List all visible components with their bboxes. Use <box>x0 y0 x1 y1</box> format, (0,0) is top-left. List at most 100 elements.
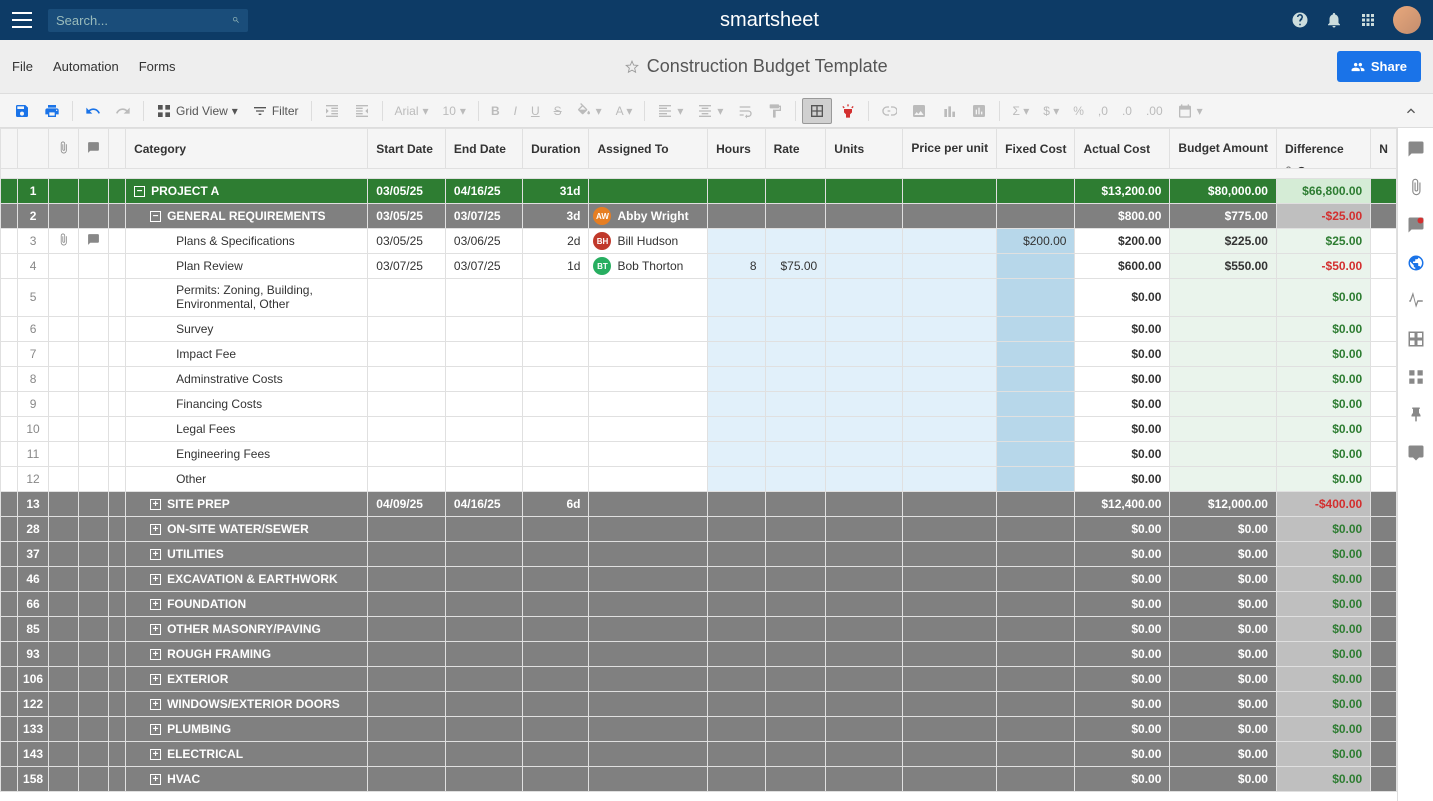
cell-duration[interactable]: 6d <box>523 491 589 516</box>
row-handle[interactable] <box>1 391 18 416</box>
cell-hours[interactable] <box>708 279 765 317</box>
cell-category[interactable]: Financing Costs <box>126 391 368 416</box>
cell-rate[interactable]: $75.00 <box>765 254 826 279</box>
cell-duration[interactable] <box>523 691 589 716</box>
cell-budget[interactable]: $0.00 <box>1170 566 1277 591</box>
row-handle[interactable] <box>1 341 18 366</box>
rail-activity-icon[interactable] <box>1407 292 1425 310</box>
row-proof[interactable] <box>109 279 126 317</box>
rail-grid-icon[interactable] <box>1407 368 1425 386</box>
cell-units[interactable] <box>826 391 903 416</box>
cell-end[interactable] <box>445 316 522 341</box>
cell-diff[interactable]: $25.00 <box>1276 229 1370 254</box>
rail-globe-icon[interactable] <box>1407 254 1425 272</box>
apps-icon[interactable] <box>1359 11 1377 29</box>
cell-hours[interactable] <box>708 566 765 591</box>
search-input[interactable] <box>56 13 232 28</box>
cell-category[interactable]: +EXCAVATION & EARTHWORK <box>126 566 368 591</box>
cell-hours[interactable] <box>708 491 765 516</box>
row-number[interactable]: 143 <box>18 741 49 766</box>
cell-ppu[interactable] <box>903 229 997 254</box>
bold-button[interactable]: B <box>485 100 506 122</box>
highlight-button[interactable] <box>834 99 862 123</box>
row-comment[interactable] <box>79 591 109 616</box>
cell-start[interactable] <box>368 541 446 566</box>
cell-diff[interactable]: $0.00 <box>1276 341 1370 366</box>
cell-hours[interactable] <box>708 316 765 341</box>
cell-last[interactable] <box>1371 491 1397 516</box>
currency-button[interactable]: $ ▾ <box>1037 100 1065 122</box>
cell-budget[interactable]: $12,000.00 <box>1170 491 1277 516</box>
cell-start[interactable]: 03/05/25 <box>368 229 446 254</box>
contact-chip[interactable]: BHBill Hudson <box>589 230 707 252</box>
cell-diff[interactable]: $0.00 <box>1276 279 1370 317</box>
row-comment[interactable] <box>79 179 109 204</box>
cell-fixed[interactable] <box>997 391 1075 416</box>
cell-rate[interactable] <box>765 229 826 254</box>
cell-hours[interactable] <box>708 341 765 366</box>
cell-hours[interactable] <box>708 229 765 254</box>
cell-fixed[interactable] <box>997 766 1075 791</box>
row-proof[interactable] <box>109 541 126 566</box>
cell-end[interactable] <box>445 516 522 541</box>
user-avatar[interactable] <box>1393 6 1421 34</box>
row-comment[interactable] <box>79 366 109 391</box>
row-number[interactable]: 7 <box>18 341 49 366</box>
cell-category[interactable]: Survey <box>126 316 368 341</box>
row-comment[interactable] <box>79 766 109 791</box>
decimal-inc-button[interactable]: .00 <box>1140 100 1169 122</box>
cell-units[interactable] <box>826 279 903 317</box>
cell-fixed[interactable] <box>997 366 1075 391</box>
cell-rate[interactable] <box>765 741 826 766</box>
col-rate[interactable]: Rate <box>765 129 826 169</box>
row-handle[interactable] <box>1 254 18 279</box>
cell-hours[interactable] <box>708 616 765 641</box>
row-number[interactable]: 46 <box>18 566 49 591</box>
expand-toggle[interactable]: + <box>150 674 161 685</box>
cell-rate[interactable] <box>765 616 826 641</box>
row-handle[interactable] <box>1 591 18 616</box>
cell-actual[interactable]: $0.00 <box>1075 366 1170 391</box>
cell-budget[interactable]: $0.00 <box>1170 641 1277 666</box>
italic-button[interactable]: I <box>508 100 523 122</box>
cell-last[interactable] <box>1371 229 1397 254</box>
row-proof[interactable] <box>109 591 126 616</box>
cell-end[interactable] <box>445 541 522 566</box>
row-proof[interactable] <box>109 466 126 491</box>
cell-hours[interactable] <box>708 516 765 541</box>
cell-actual[interactable]: $0.00 <box>1075 416 1170 441</box>
row-number[interactable]: 85 <box>18 616 49 641</box>
cell-actual[interactable]: $200.00 <box>1075 229 1170 254</box>
cell-duration[interactable] <box>523 366 589 391</box>
cell-start[interactable] <box>368 391 446 416</box>
format-paint-button[interactable] <box>761 99 789 123</box>
undo-button[interactable] <box>79 99 107 123</box>
row-handle[interactable] <box>1 516 18 541</box>
cell-budget[interactable]: $0.00 <box>1170 716 1277 741</box>
cell-rate[interactable] <box>765 591 826 616</box>
cell-end[interactable] <box>445 391 522 416</box>
help-icon[interactable] <box>1291 11 1309 29</box>
cell-ppu[interactable] <box>903 566 997 591</box>
row-attach[interactable] <box>49 441 79 466</box>
cell-assigned[interactable] <box>589 541 708 566</box>
cell-hours[interactable] <box>708 179 765 204</box>
row-number[interactable]: 9 <box>18 391 49 416</box>
rail-workapp-icon[interactable] <box>1407 444 1425 462</box>
cell-diff[interactable]: -$25.00 <box>1276 204 1370 229</box>
row-attach[interactable] <box>49 691 79 716</box>
cell-end[interactable] <box>445 341 522 366</box>
row-handle[interactable] <box>1 691 18 716</box>
cell-assigned[interactable] <box>589 641 708 666</box>
cell-budget[interactable]: $0.00 <box>1170 591 1277 616</box>
cell-ppu[interactable] <box>903 616 997 641</box>
cell-assigned[interactable] <box>589 766 708 791</box>
cell-budget[interactable]: $0.00 <box>1170 766 1277 791</box>
rail-pin-icon[interactable] <box>1407 406 1425 424</box>
save-button[interactable] <box>8 99 36 123</box>
date-format-button[interactable]: ▾ <box>1171 99 1209 123</box>
cell-assigned[interactable]: BHBill Hudson <box>589 229 708 254</box>
cell-budget[interactable]: $225.00 <box>1170 229 1277 254</box>
cell-last[interactable] <box>1371 416 1397 441</box>
thousand-button[interactable]: ,0 <box>1092 100 1114 122</box>
